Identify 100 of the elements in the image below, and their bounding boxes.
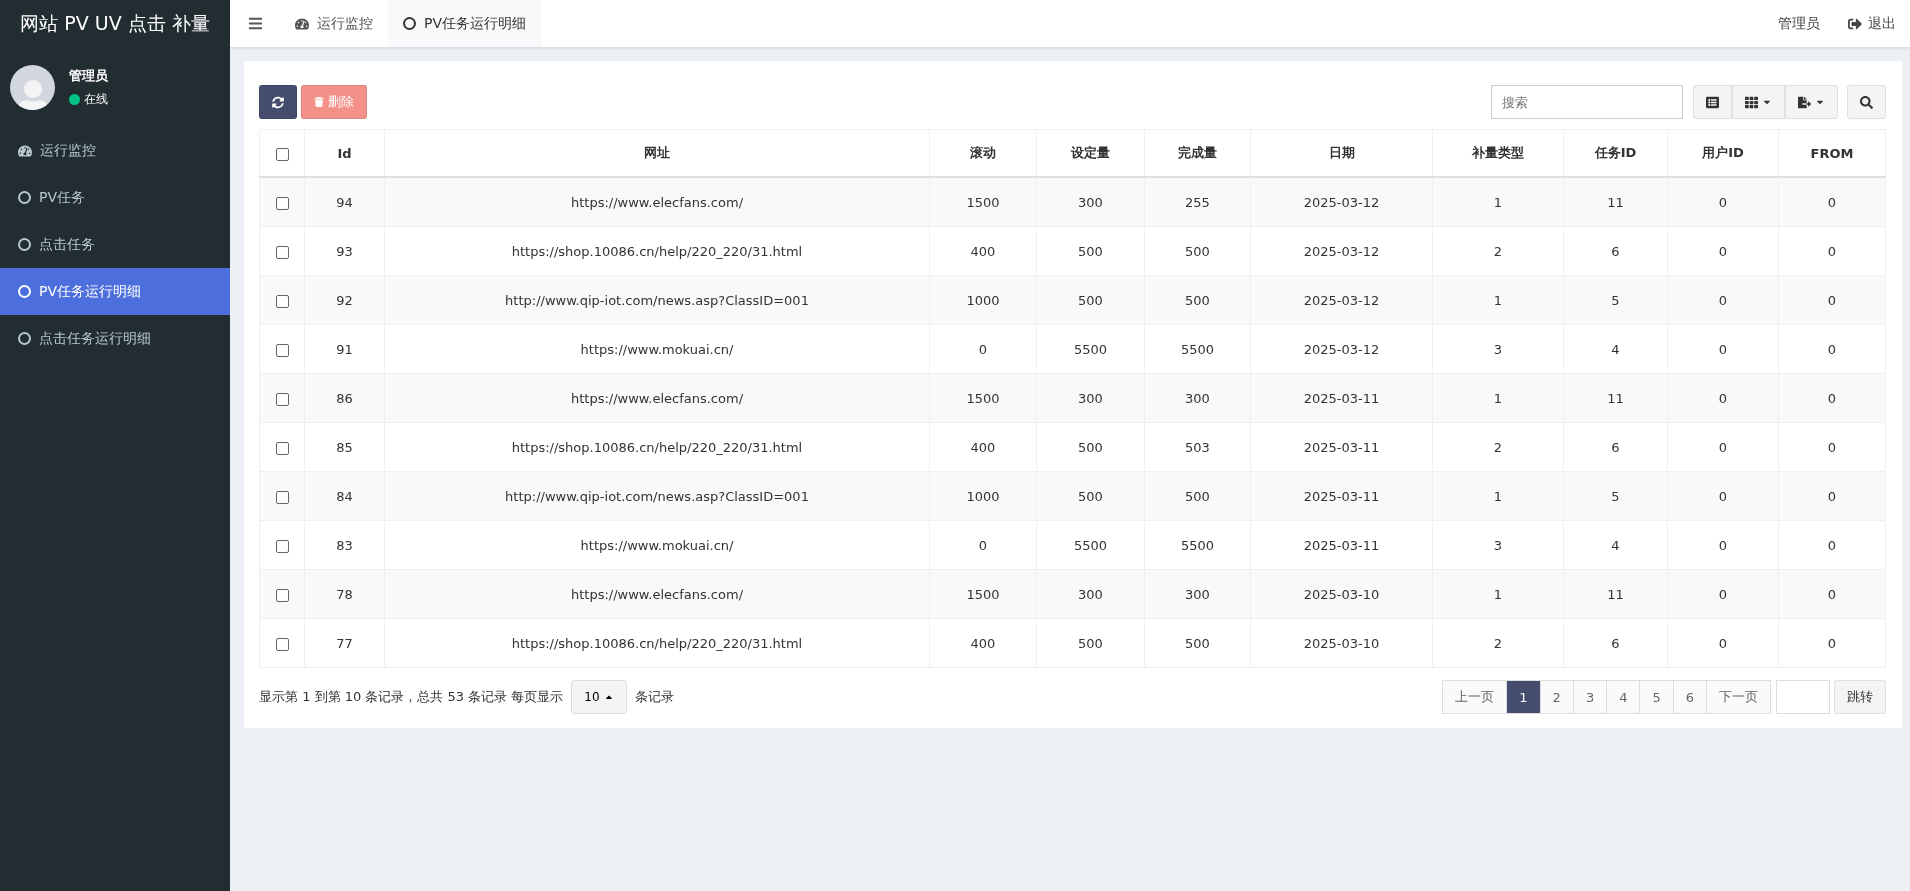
circle-icon <box>18 285 31 298</box>
table-cell: 85 <box>304 422 385 472</box>
table-cell: 1 <box>1432 275 1564 325</box>
page-link[interactable]: 上一页 <box>1442 680 1508 714</box>
table-cell: 503 <box>1144 422 1251 472</box>
page-input[interactable] <box>1776 680 1830 714</box>
table-cell: 0 <box>1667 226 1779 276</box>
row-checkbox[interactable] <box>275 294 289 308</box>
table-cell: 11 <box>1563 569 1668 619</box>
list-view-button[interactable] <box>1693 85 1732 119</box>
table-cell: 0 <box>1778 324 1886 374</box>
table-cell: 400 <box>929 422 1037 472</box>
table-cell: 84 <box>304 471 385 521</box>
table-cell: 300 <box>1036 373 1145 423</box>
pagination-summary: 显示第 1 到第 10 条记录，总共 53 条记录 每页显示 <box>259 688 564 706</box>
table-cell: 0 <box>1778 422 1886 472</box>
table-cell: 5 <box>1563 471 1668 521</box>
table-cell: 6 <box>1563 226 1668 276</box>
table-cell: https://shop.10086.cn/help/220_220/31.html <box>384 618 930 668</box>
row-checkbox[interactable] <box>275 539 289 553</box>
table-cell: 5500 <box>1144 520 1251 570</box>
table-cell: 2025-03-10 <box>1250 569 1433 619</box>
row-checkbox[interactable] <box>275 245 289 259</box>
table-cell: 5500 <box>1036 520 1145 570</box>
jump-button[interactable]: 跳转 <box>1834 680 1886 714</box>
table-cell: 0 <box>1667 618 1779 668</box>
sign-out-icon <box>1848 16 1862 31</box>
table-cell: https://www.elecfans.com/ <box>384 177 930 227</box>
table-cell: 500 <box>1036 471 1145 521</box>
table-cell: 0 <box>1778 618 1886 668</box>
circle-icon <box>18 238 31 251</box>
sidebar-item[interactable]: 点击任务 <box>0 221 230 268</box>
page-link[interactable]: 2 <box>1539 680 1574 714</box>
trash-icon <box>314 97 324 107</box>
row-checkbox[interactable] <box>275 392 289 406</box>
list-icon <box>1706 95 1719 109</box>
export-button[interactable] <box>1785 85 1838 119</box>
table-cell: 1 <box>1432 177 1564 227</box>
table-cell: 0 <box>1667 422 1779 472</box>
table-cell: 3 <box>1432 520 1564 570</box>
user-link[interactable]: 管理员 <box>1778 14 1820 33</box>
table-cell: 500 <box>1036 422 1145 472</box>
table-cell: 400 <box>929 226 1037 276</box>
row-checkbox[interactable] <box>275 441 289 455</box>
table-cell: 86 <box>304 373 385 423</box>
page-link[interactable]: 5 <box>1639 680 1674 714</box>
circle-icon <box>18 332 31 345</box>
row-checkbox[interactable] <box>275 343 289 357</box>
columns-button[interactable] <box>1732 85 1785 119</box>
tab[interactable]: 运行监控 <box>280 0 388 47</box>
table-cell: 1 <box>1432 471 1564 521</box>
search-field[interactable]: 搜索 <box>1491 85 1683 119</box>
table-cell: 0 <box>1667 373 1779 423</box>
logout-link[interactable]: 退出 <box>1848 14 1896 33</box>
table-cell: https://www.elecfans.com/ <box>384 569 930 619</box>
page-size-dropdown[interactable]: 10 <box>571 680 627 714</box>
search-button[interactable] <box>1847 85 1886 119</box>
table-cell: 0 <box>1778 177 1886 227</box>
row-checkbox[interactable] <box>275 196 289 210</box>
table-cell: 300 <box>1144 373 1251 423</box>
row-checkbox[interactable] <box>275 490 289 504</box>
refresh-button[interactable] <box>259 85 297 119</box>
table-cell: 6 <box>1563 618 1668 668</box>
table-cell: 2025-03-12 <box>1250 324 1433 374</box>
row-checkbox[interactable] <box>275 637 289 651</box>
page-link[interactable]: 下一页 <box>1706 680 1771 714</box>
table-cell: 0 <box>929 520 1037 570</box>
table-cell: 0 <box>1778 275 1886 325</box>
table-cell: 94 <box>304 177 385 227</box>
table-cell: 4 <box>1563 520 1668 570</box>
sidebar-item[interactable]: PV任务运行明细 <box>0 268 230 315</box>
table-cell: https://www.mokuai.cn/ <box>384 520 930 570</box>
table-cell: 300 <box>1144 569 1251 619</box>
row-checkbox[interactable] <box>275 588 289 602</box>
table-cell: 93 <box>304 226 385 276</box>
table-cell: 0 <box>929 324 1037 374</box>
table-cell: 1500 <box>929 177 1037 227</box>
select-all-checkbox[interactable] <box>275 147 289 161</box>
sidebar-item[interactable]: PV任务 <box>0 174 230 221</box>
search-icon <box>1860 95 1873 109</box>
table-cell: 1000 <box>929 471 1037 521</box>
table-cell: http://www.qip-iot.com/news.asp?ClassID=001 <box>384 471 930 521</box>
table-cell: 0 <box>1667 275 1779 325</box>
table-cell: 500 <box>1144 618 1251 668</box>
table-cell: 2025-03-11 <box>1250 520 1433 570</box>
table-cell: 255 <box>1144 177 1251 227</box>
table-cell: 11 <box>1563 177 1668 227</box>
sidebar-item[interactable]: 点击任务运行明细 <box>0 315 230 362</box>
status-text: 在线 <box>84 90 108 108</box>
table-cell: 0 <box>1778 226 1886 276</box>
tab[interactable]: PV任务运行明细 <box>388 0 542 47</box>
circle-icon <box>403 17 416 30</box>
table-cell: 0 <box>1667 471 1779 521</box>
page-link[interactable]: 1 <box>1506 680 1541 714</box>
table-cell: 400 <box>929 618 1037 668</box>
table-cell: 1000 <box>929 275 1037 325</box>
sidebar-item[interactable]: 运行监控 <box>0 127 230 174</box>
page-link[interactable]: 4 <box>1606 680 1641 714</box>
table-cell: 2025-03-11 <box>1250 471 1433 521</box>
table-cell: 2 <box>1432 226 1564 276</box>
